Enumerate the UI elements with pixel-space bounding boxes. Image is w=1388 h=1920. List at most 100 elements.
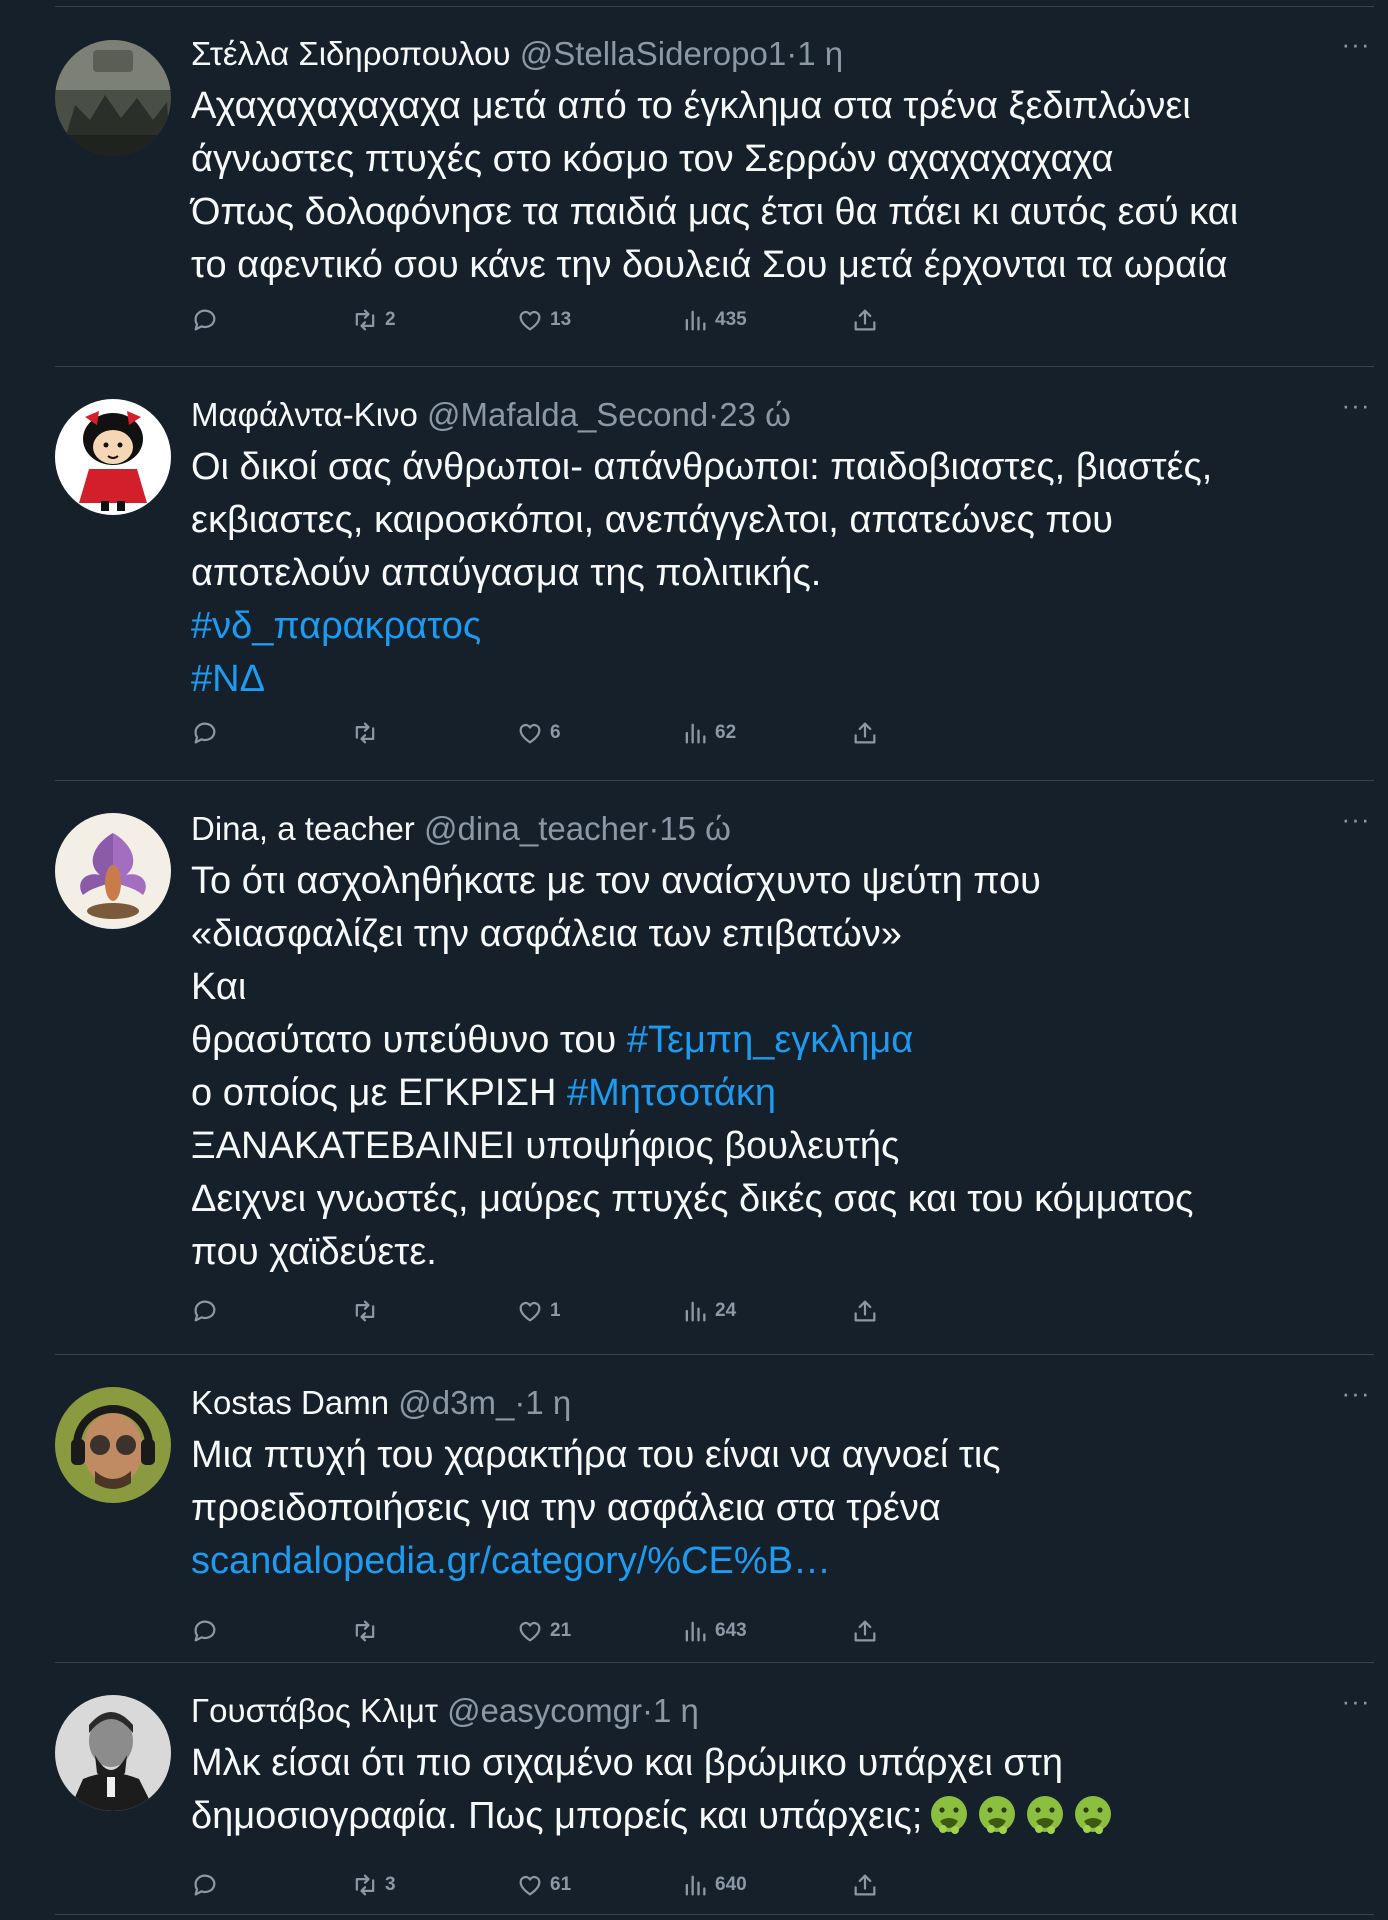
views-button[interactable]: 640 bbox=[681, 1867, 747, 1903]
views-button[interactable]: 643 bbox=[681, 1613, 747, 1649]
share-button[interactable] bbox=[851, 302, 879, 338]
like-button[interactable]: 6 bbox=[516, 715, 561, 751]
avatar[interactable] bbox=[55, 399, 171, 515]
like-button[interactable]: 21 bbox=[516, 1613, 571, 1649]
separator-dot: · bbox=[648, 810, 660, 847]
tweet[interactable]: Μαφάλντα-Κινο @Mafalda_Second·23 ώ ··· Ο… bbox=[0, 392, 1388, 763]
reply-button[interactable] bbox=[191, 1867, 219, 1903]
hashtag-link[interactable]: #ΝΔ bbox=[191, 653, 1358, 706]
author-name[interactable]: Kostas Damn bbox=[191, 1384, 389, 1421]
action-bar: 3 61 640 bbox=[191, 1867, 891, 1903]
heart-icon bbox=[519, 310, 541, 331]
retweet-button[interactable] bbox=[351, 715, 385, 751]
tweet-header: Dina, a teacher @dina_teacher·15 ώ bbox=[191, 807, 1328, 851]
like-button[interactable]: 13 bbox=[516, 302, 571, 338]
divider bbox=[55, 780, 1374, 781]
author-name[interactable]: Γουστάβος Κλιμτ bbox=[191, 1692, 438, 1729]
retweet-icon bbox=[355, 309, 375, 331]
more-options-icon[interactable]: ··· bbox=[1340, 31, 1372, 58]
reply-icon bbox=[194, 1874, 216, 1896]
text-line: ο οποίος με ΕΓΚΡΙΣΗ #Μητσοτάκη bbox=[191, 1067, 1358, 1120]
tweet[interactable]: Dina, a teacher @dina_teacher·15 ώ ··· Τ… bbox=[0, 806, 1388, 1337]
views-button[interactable]: 24 bbox=[681, 1293, 736, 1329]
more-options-icon[interactable]: ··· bbox=[1340, 806, 1372, 833]
like-count: 13 bbox=[550, 309, 572, 330]
view-count: 643 bbox=[715, 1620, 747, 1641]
text-line: Οι δικοί σας άνθρωποι- απάνθρωποι: παιδο… bbox=[191, 446, 1213, 488]
share-icon bbox=[854, 309, 876, 331]
hashtag-link[interactable]: #Τεμπη_εγκλημα bbox=[627, 1019, 913, 1061]
text-line: Και bbox=[191, 966, 247, 1008]
author-name[interactable]: Dina, a teacher bbox=[191, 810, 415, 847]
author-handle[interactable]: @StellaSideropo1 bbox=[520, 35, 787, 72]
more-options-icon[interactable]: ··· bbox=[1340, 1380, 1372, 1407]
share-button[interactable] bbox=[851, 715, 879, 751]
like-button[interactable]: 61 bbox=[516, 1867, 571, 1903]
reply-button[interactable] bbox=[191, 1293, 219, 1329]
like-count: 6 bbox=[550, 722, 561, 743]
reply-button[interactable] bbox=[191, 715, 219, 751]
divider bbox=[55, 1914, 1374, 1915]
reply-icon bbox=[194, 1620, 216, 1642]
avatar[interactable] bbox=[55, 1695, 171, 1811]
text-line: Όπως δολοφόνησε τα παιδιά μας έτσι θα πά… bbox=[191, 191, 1239, 233]
avatar[interactable] bbox=[55, 1387, 171, 1503]
author-name[interactable]: Μαφάλντα-Κινο bbox=[191, 396, 418, 433]
separator-dot: · bbox=[708, 396, 720, 433]
retweet-icon bbox=[355, 1300, 375, 1322]
text-line: Το ότι ασχοληθήκατε με τον αναίσχυντο ψε… bbox=[191, 860, 1041, 902]
views-icon bbox=[685, 723, 706, 744]
tweet-text: Μλκ είσαι ότι πιο σιχαμένο και βρώμικο υ… bbox=[191, 1737, 1358, 1843]
author-name[interactable]: Στέλλα Σιδηροπουλου bbox=[191, 35, 511, 72]
timestamp[interactable]: 15 ώ bbox=[659, 810, 731, 847]
nauseated-face-icon bbox=[1027, 1796, 1064, 1834]
divider bbox=[55, 1354, 1374, 1355]
tweet[interactable]: Kostas Damn @d3m_·1 η ··· Μια πτυχή του … bbox=[0, 1380, 1388, 1661]
reply-button[interactable] bbox=[191, 1613, 219, 1649]
like-button[interactable]: 1 bbox=[516, 1293, 561, 1329]
avatar-image bbox=[55, 399, 171, 515]
action-bar: 1 24 bbox=[191, 1293, 891, 1329]
share-button[interactable] bbox=[851, 1867, 879, 1903]
share-button[interactable] bbox=[851, 1293, 879, 1329]
timestamp[interactable]: 23 ώ bbox=[719, 396, 791, 433]
nauseated-face-icon bbox=[1075, 1796, 1112, 1834]
text-line: το αφεντικό σου κάνε την δουλειά Σου μετ… bbox=[191, 244, 1228, 286]
author-handle[interactable]: @Mafalda_Second bbox=[427, 396, 708, 433]
tweet-text: Μια πτυχή του χαρακτήρα του είναι να αγν… bbox=[191, 1429, 1358, 1588]
heart-icon bbox=[519, 1301, 541, 1322]
tweet[interactable]: Στέλλα Σιδηροπουλου @StellaSideropo1·1 η… bbox=[0, 31, 1388, 352]
views-button[interactable]: 435 bbox=[681, 302, 747, 338]
url-link[interactable]: scandalopedia.gr/category/%CE%B… bbox=[191, 1535, 1358, 1588]
retweet-button[interactable] bbox=[351, 1293, 385, 1329]
avatar-image bbox=[55, 40, 171, 156]
retweet-button[interactable] bbox=[351, 1613, 385, 1649]
hashtag-link[interactable]: #νδ_παρακρατος bbox=[191, 600, 1358, 653]
author-handle[interactable]: @easycomgr bbox=[447, 1692, 642, 1729]
avatar[interactable] bbox=[55, 40, 171, 156]
tweet-header: Στέλλα Σιδηροπουλου @StellaSideropo1·1 η bbox=[191, 32, 1328, 76]
author-handle[interactable]: @d3m_ bbox=[398, 1384, 514, 1421]
retweet-button[interactable]: 2 bbox=[351, 302, 396, 338]
more-options-icon[interactable]: ··· bbox=[1340, 392, 1372, 419]
retweet-button[interactable]: 3 bbox=[351, 1867, 396, 1903]
more-options-icon[interactable]: ··· bbox=[1340, 1688, 1372, 1715]
text-line: θρασύτατο υπεύθυνο του #Τεμπη_εγκλημα bbox=[191, 1014, 1358, 1067]
hashtag-link[interactable]: #Μητσοτάκη bbox=[567, 1072, 776, 1114]
divider bbox=[55, 6, 1374, 7]
separator-dot: · bbox=[641, 1692, 653, 1729]
views-button[interactable]: 62 bbox=[681, 715, 736, 751]
timestamp[interactable]: 1 η bbox=[525, 1384, 571, 1421]
timestamp[interactable]: 1 η bbox=[797, 35, 843, 72]
timeline-feed: Στέλλα Σιδηροπουλου @StellaSideropo1·1 η… bbox=[0, 0, 1388, 1920]
share-button[interactable] bbox=[851, 1613, 879, 1649]
retweet-icon bbox=[355, 1620, 375, 1642]
separator-dot: · bbox=[514, 1384, 526, 1421]
like-count: 1 bbox=[550, 1300, 561, 1321]
tweet[interactable]: Γουστάβος Κλιμτ @easycomgr·1 η ··· Μλκ ε… bbox=[0, 1688, 1388, 1919]
reply-button[interactable] bbox=[191, 302, 219, 338]
author-handle[interactable]: @dina_teacher bbox=[424, 810, 648, 847]
timestamp[interactable]: 1 η bbox=[653, 1692, 699, 1729]
text-line: άγνωστες πτυχές στο κόσμο τον Σερρών αχα… bbox=[191, 138, 1114, 180]
avatar[interactable] bbox=[55, 813, 171, 929]
